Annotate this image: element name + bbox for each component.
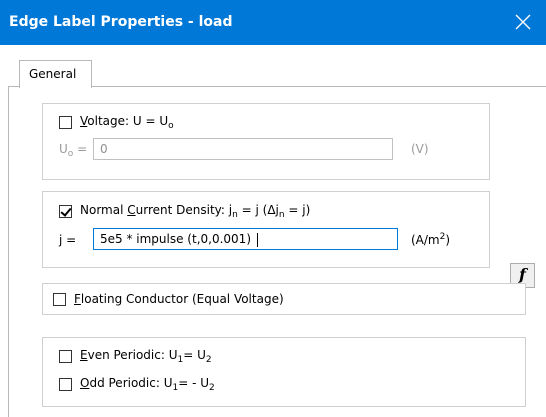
voltage-field-label: Uo = (59, 142, 88, 159)
odd-periodic-label: Odd Periodic: U1= - U2 (80, 375, 215, 393)
voltage-label: Voltage: U = Uo (80, 113, 174, 131)
even-periodic-label: Even Periodic: U1= U2 (80, 347, 212, 365)
current-unit: (A/m2) (411, 232, 451, 247)
tab-general-label: General (29, 67, 77, 81)
current-checkbox[interactable] (59, 204, 72, 218)
current-label: Normal Current Density: jn = j (Δjn = j) (80, 202, 311, 220)
tab-panel: Voltage: U = Uo Uo = 0 (V) f Normal Curr… (8, 86, 546, 417)
floating-label: Floating Conductor (Equal Voltage) (74, 292, 284, 306)
title-bar: Edge Label Properties - load (0, 0, 546, 45)
voltage-unit: (V) (411, 142, 429, 156)
text-caret (257, 232, 258, 247)
current-density-input[interactable]: 5e5 * impulse (t,0,0.001) (93, 228, 398, 250)
tab-general[interactable]: General (19, 60, 92, 88)
voltage-checkbox[interactable] (59, 115, 72, 129)
even-periodic-checkbox[interactable] (59, 349, 72, 363)
close-button[interactable] (500, 0, 546, 45)
window-title: Edge Label Properties - load (9, 14, 233, 30)
current-density-group: Normal Current Density: jn = j (Δjn = j)… (42, 191, 490, 268)
floating-group: Floating Conductor (Equal Voltage) (42, 283, 526, 315)
odd-periodic-row[interactable]: Odd Periodic: U1= - U2 (59, 375, 215, 393)
even-periodic-row[interactable]: Even Periodic: U1= U2 (59, 347, 212, 365)
current-checkbox-row[interactable]: Normal Current Density: jn = j (Δjn = j) (59, 202, 310, 220)
voltage-input[interactable]: 0 (93, 138, 393, 160)
voltage-group: Voltage: U = Uo Uo = 0 (V) (42, 103, 490, 180)
current-field-label: j = (59, 233, 77, 247)
floating-checkbox-row[interactable]: Floating Conductor (Equal Voltage) (53, 290, 284, 308)
floating-checkbox[interactable] (53, 292, 66, 306)
close-icon (515, 14, 531, 30)
odd-periodic-checkbox[interactable] (59, 377, 72, 391)
periodic-group: Even Periodic: U1= U2 Odd Periodic: U1= … (42, 337, 526, 407)
voltage-checkbox-row[interactable]: Voltage: U = Uo (59, 113, 174, 131)
